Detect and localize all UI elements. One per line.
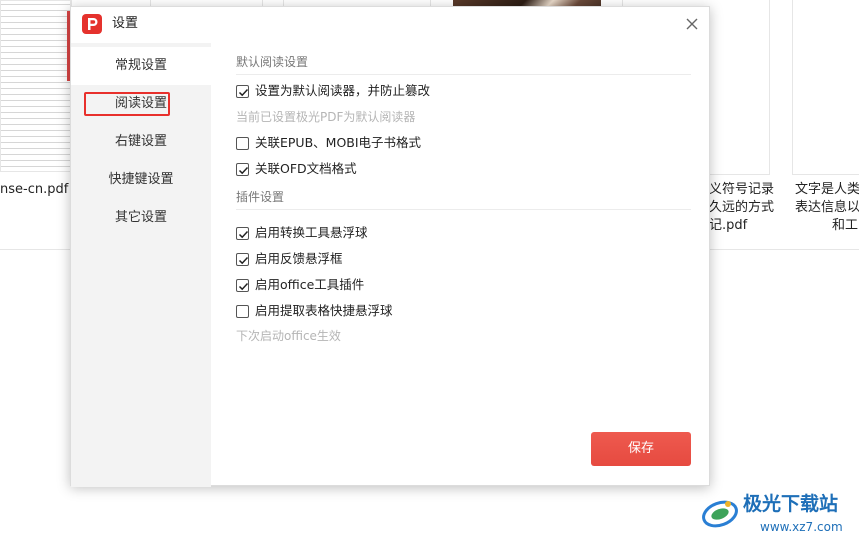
app-logo-icon <box>82 14 102 34</box>
file-name-line[interactable]: 久远的方式 <box>709 199 774 217</box>
checkbox-unchecked[interactable] <box>236 136 249 150</box>
checkbox-checked[interactable] <box>236 84 249 98</box>
option-label: 关联OFD文档格式 <box>255 161 357 176</box>
option-label: 启用转换工具悬浮球 <box>255 225 368 240</box>
sidebar-item-shortcuts[interactable]: 快捷键设置 <box>71 161 211 199</box>
annotation-highlight-box <box>84 92 170 116</box>
dialog-title: 设置 <box>112 16 139 31</box>
option-convert-float-ball[interactable]: 启用转换工具悬浮球 <box>236 224 368 242</box>
option-label: 启用反馈悬浮框 <box>255 251 343 266</box>
option-feedback-float[interactable]: 启用反馈悬浮框 <box>236 250 343 268</box>
option-label: 启用office工具插件 <box>255 277 365 292</box>
checkbox-checked[interactable] <box>236 278 249 292</box>
section-divider <box>236 209 691 210</box>
file-thumbnail[interactable] <box>792 0 859 175</box>
watermark-title: 极光下载站 <box>743 493 839 515</box>
checkbox-checked[interactable] <box>236 162 249 176</box>
file-thumbnail[interactable] <box>0 0 72 172</box>
save-button[interactable]: 保存 <box>591 432 691 466</box>
option-ofd[interactable]: 关联OFD文档格式 <box>236 160 357 178</box>
close-icon[interactable] <box>683 15 701 33</box>
sidebar-item-general[interactable]: 常规设置 <box>71 47 211 85</box>
option-label: 关联EPUB、MOBI电子书格式 <box>255 135 422 150</box>
option-epub-mobi[interactable]: 关联EPUB、MOBI电子书格式 <box>236 134 421 152</box>
file-name-line[interactable]: 表达信息以 <box>795 199 859 217</box>
checkbox-checked[interactable] <box>236 252 249 266</box>
sidebar-item-other[interactable]: 其它设置 <box>71 199 211 237</box>
file-name[interactable]: nse-cn.pdf <box>0 181 68 199</box>
checkbox-checked[interactable] <box>236 226 249 240</box>
option-default-reader[interactable]: 设置为默认阅读器，并防止篡改 <box>236 82 430 100</box>
file-name-line[interactable]: 记.pdf <box>709 217 747 235</box>
default-reader-status: 当前已设置极光PDF为默认阅读器 <box>236 110 416 124</box>
dialog-titlebar[interactable]: 设置 <box>71 7 711 43</box>
watermark-logo-icon <box>700 492 740 532</box>
section-title-reading: 默认阅读设置 <box>236 55 309 69</box>
file-name-line[interactable]: 义符号记录 <box>709 181 774 199</box>
settings-dialog: 设置 常规设置 阅读设置 右键设置 快捷键设置 其它设置 默认阅读设置 设置为默… <box>70 6 711 487</box>
option-table-extract-float[interactable]: 启用提取表格快捷悬浮球 <box>236 302 393 320</box>
settings-sidebar: 常规设置 阅读设置 右键设置 快捷键设置 其它设置 <box>71 43 211 487</box>
checkbox-unchecked[interactable] <box>236 304 249 318</box>
watermark-url: www.xz7.com <box>760 520 843 534</box>
option-label: 设置为默认阅读器，并防止篡改 <box>255 83 431 98</box>
settings-content: 默认阅读设置 设置为默认阅读器，并防止篡改 当前已设置极光PDF为默认阅读器 关… <box>211 43 711 487</box>
section-title-plugins: 插件设置 <box>236 190 285 204</box>
option-office-plugin[interactable]: 启用office工具插件 <box>236 276 364 294</box>
file-name-line[interactable]: 和工 <box>832 217 858 235</box>
option-label: 启用提取表格快捷悬浮球 <box>255 303 393 318</box>
document-preview <box>1 1 71 171</box>
sidebar-item-context-menu[interactable]: 右键设置 <box>71 123 211 161</box>
office-restart-hint: 下次启动office生效 <box>236 329 341 343</box>
section-divider <box>236 74 691 75</box>
file-name-line[interactable]: 文字是人类 <box>795 181 859 199</box>
